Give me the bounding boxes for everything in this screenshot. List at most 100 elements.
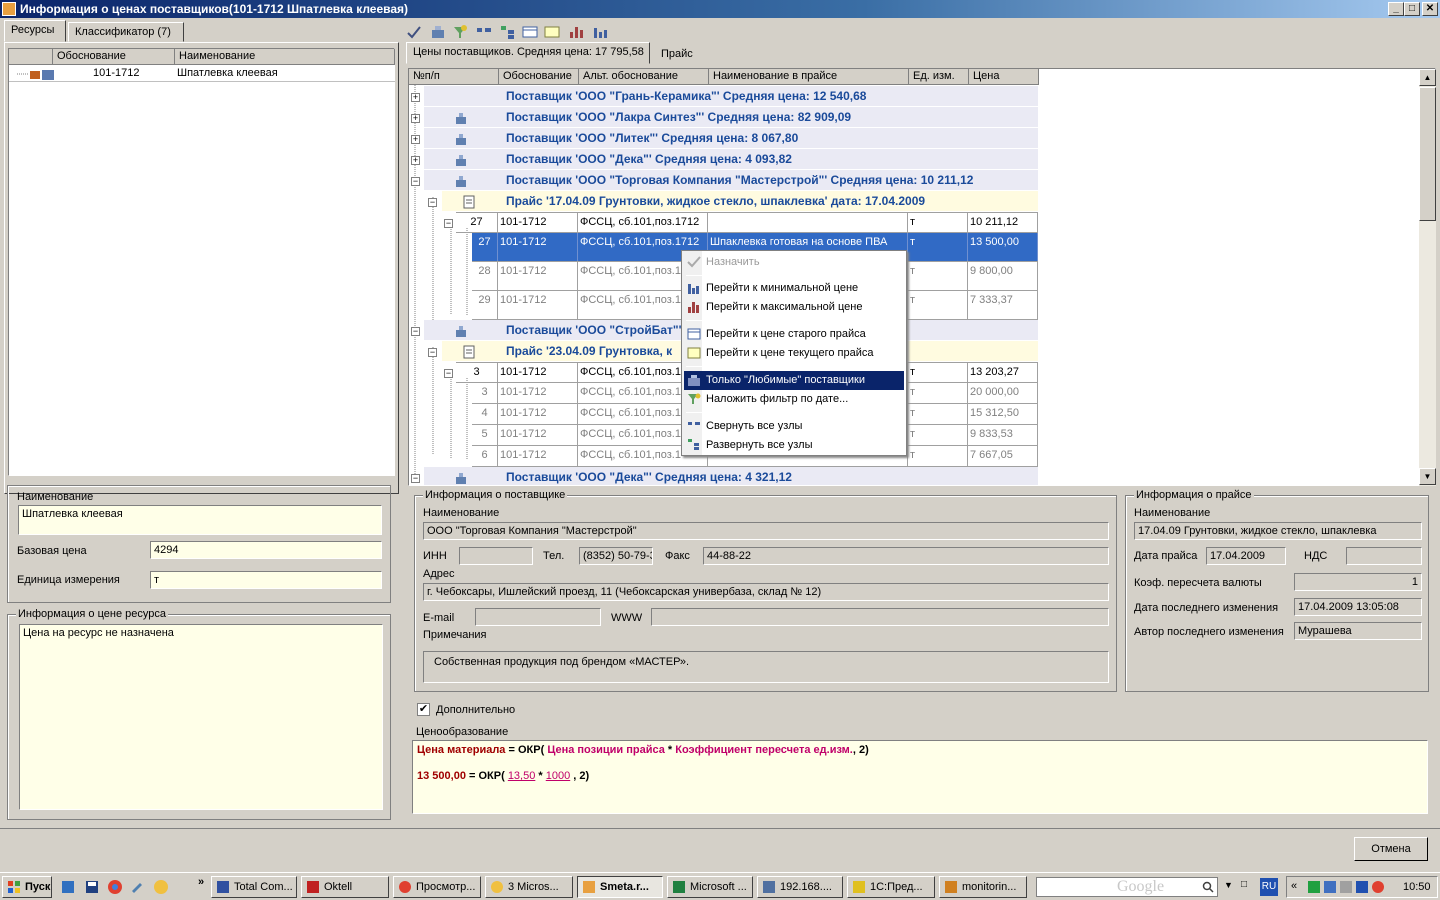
supplier-row[interactable]: Поставщик 'ООО "Лакра Синтез"' Средняя ц… bbox=[424, 107, 1038, 127]
filter-icon[interactable] bbox=[452, 24, 468, 40]
supplier-icon[interactable] bbox=[430, 24, 446, 40]
fax-field[interactable]: 44-88-22 bbox=[703, 547, 1109, 565]
tab-resources[interactable]: Ресурсы bbox=[4, 20, 66, 42]
tab-price[interactable]: Прайс bbox=[654, 44, 702, 64]
tray-keyboard-icon[interactable] bbox=[1355, 880, 1369, 894]
additional-checkbox[interactable]: ✔ bbox=[417, 703, 430, 716]
menu-item-date-filter[interactable]: Наложить фильтр по дате... bbox=[684, 390, 904, 409]
tool-icon[interactable] bbox=[130, 879, 146, 895]
quicklaunch-chevron[interactable]: » bbox=[198, 876, 204, 888]
collapse-icon[interactable]: − bbox=[411, 327, 420, 336]
menu-item-collapse-all[interactable]: Свернуть все узлы bbox=[684, 417, 904, 436]
supplier-row[interactable]: Поставщик 'ООО "Дека"' Средняя цена: 4 0… bbox=[424, 149, 1038, 169]
window-icon[interactable]: □ bbox=[1241, 879, 1247, 890]
table-row[interactable]: 27 101-1712 ФССЦ, сб.101,поз.1712 т 10 2… bbox=[456, 212, 1038, 233]
search-icon[interactable] bbox=[1202, 881, 1214, 893]
www-field[interactable] bbox=[651, 608, 1109, 626]
task-remote[interactable]: 192.168.... bbox=[757, 876, 843, 898]
collapse-icon[interactable]: − bbox=[411, 177, 420, 186]
collapse-icon[interactable]: − bbox=[428, 348, 437, 357]
minimize-button[interactable]: _ bbox=[1388, 2, 1404, 16]
menu-item-favorites[interactable]: Только "Любимые" поставщики bbox=[684, 371, 904, 390]
quicklaunch-icon[interactable] bbox=[60, 879, 76, 895]
tab-supplier-prices[interactable]: Цены поставщиков. Средняя цена: 17 795,5… bbox=[406, 42, 650, 64]
min-price-icon[interactable] bbox=[592, 24, 608, 40]
price-position-link[interactable]: 13,50 bbox=[508, 770, 536, 782]
collapse-icon[interactable]: − bbox=[428, 198, 437, 207]
cancel-button[interactable]: Отмена bbox=[1354, 837, 1428, 861]
col-basis[interactable]: Обоснование bbox=[53, 49, 175, 65]
scroll-up-icon[interactable]: ▲ bbox=[1419, 69, 1436, 86]
expand-icon[interactable]: + bbox=[411, 114, 420, 123]
menu-item-assign[interactable]: Назначить bbox=[684, 253, 904, 272]
col-num[interactable]: №п/п bbox=[409, 69, 499, 85]
author-field[interactable]: Мурашева bbox=[1294, 622, 1422, 640]
last-modified-field[interactable]: 17.04.2009 13:05:08 bbox=[1294, 598, 1422, 616]
inn-field[interactable] bbox=[459, 547, 533, 565]
col-price-name[interactable]: Наименование в прайсе bbox=[709, 69, 909, 85]
task-browser[interactable]: Просмотр... bbox=[393, 876, 481, 898]
supplier-row[interactable]: Поставщик 'ООО "Литек"' Средняя цена: 8 … bbox=[424, 128, 1038, 148]
tray-expand-icon[interactable]: « bbox=[1291, 880, 1297, 892]
expand-icon[interactable]: + bbox=[411, 93, 420, 102]
col-unit[interactable]: Ед. изм. bbox=[909, 69, 969, 85]
maximize-button[interactable]: □ bbox=[1404, 2, 1420, 16]
resource-price-text[interactable]: Цена на ресурс не назначена bbox=[19, 624, 383, 810]
task-1c[interactable]: 1С:Пред... bbox=[847, 876, 935, 898]
check-icon[interactable] bbox=[406, 24, 422, 40]
currency-rate-field[interactable]: 1 bbox=[1294, 573, 1422, 591]
tray-na-icon[interactable] bbox=[1339, 880, 1353, 894]
menu-item-max-price[interactable]: Перейти к максимальной цене bbox=[684, 298, 904, 317]
address-field[interactable]: г. Чебоксары, Ишлейский проезд, 11 (Чебо… bbox=[423, 583, 1109, 601]
col-basis[interactable]: Обоснование bbox=[499, 69, 579, 85]
base-price-field[interactable]: 4294 bbox=[150, 541, 382, 559]
vat-field[interactable] bbox=[1346, 547, 1422, 565]
resource-row[interactable]: 101-1712 Шпатлевка клеевая bbox=[9, 66, 395, 82]
notes-field[interactable]: Собственная продукция под брендом «МАСТЕ… bbox=[423, 651, 1109, 683]
supplier-row[interactable]: Поставщик 'ООО "Дека"' Средняя цена: 4 3… bbox=[424, 467, 1038, 485]
expand-icon[interactable]: + bbox=[411, 156, 420, 165]
collapse-icon[interactable]: − bbox=[444, 219, 453, 228]
menu-item-old-price[interactable]: Перейти к цене старого прайса bbox=[684, 325, 904, 344]
supplier-row[interactable]: Поставщик 'ООО "Грань-Керамика"' Средняя… bbox=[424, 86, 1038, 106]
price-list-row[interactable]: Прайс '17.04.09 Грунтовки, жидкое стекло… bbox=[442, 191, 1038, 211]
tray-chrome-icon[interactable] bbox=[1371, 880, 1385, 894]
title-bar[interactable]: Информация о ценах поставщиков(101-1712 … bbox=[0, 0, 1440, 18]
start-button[interactable]: Пуск bbox=[2, 876, 52, 898]
phone-field[interactable]: (8352) 50-79-3 bbox=[579, 547, 653, 565]
menu-item-current-price[interactable]: Перейти к цене текущего прайса bbox=[684, 344, 904, 363]
unit-coef-link[interactable]: 1000 bbox=[546, 770, 570, 782]
tab-classifier[interactable]: Классификатор (7) bbox=[68, 22, 184, 42]
tray-network-icon[interactable] bbox=[1307, 880, 1321, 894]
unit-field[interactable]: т bbox=[150, 571, 382, 589]
price-date-field[interactable]: 17.04.2009 bbox=[1206, 547, 1286, 565]
collapse-nodes-icon[interactable] bbox=[476, 24, 492, 40]
col-alt-basis[interactable]: Альт. обоснование bbox=[579, 69, 709, 85]
menu-item-min-price[interactable]: Перейти к минимальной цене bbox=[684, 279, 904, 298]
pricing-formula[interactable]: Цена материала = ОКР( Цена позиции прайс… bbox=[412, 740, 1428, 814]
task-oktell[interactable]: Oktell bbox=[301, 876, 389, 898]
resource-name-field[interactable]: Шпатлевка клеевая bbox=[18, 505, 382, 535]
current-price-icon[interactable] bbox=[544, 24, 560, 40]
menu-item-expand-all[interactable]: Развернуть все узлы bbox=[684, 436, 904, 455]
email-field[interactable] bbox=[475, 608, 601, 626]
scroll-down-icon[interactable]: ▼ bbox=[1419, 468, 1436, 485]
old-price-icon[interactable] bbox=[522, 24, 538, 40]
expand-icon[interactable]: + bbox=[411, 135, 420, 144]
close-button[interactable]: ✕ bbox=[1422, 2, 1438, 16]
task-monitoring[interactable]: monitorin... bbox=[939, 876, 1027, 898]
save-icon[interactable] bbox=[84, 879, 100, 895]
col-price[interactable]: Цена bbox=[969, 69, 1039, 85]
search-input[interactable]: Google bbox=[1036, 877, 1218, 897]
task-microsoft-group[interactable]: 3 Micros... bbox=[485, 876, 573, 898]
max-price-icon[interactable] bbox=[568, 24, 584, 40]
col-name[interactable]: Наименование bbox=[175, 49, 395, 65]
price-name-field[interactable]: 17.04.09 Грунтовки, жидкое стекло, шпакл… bbox=[1134, 522, 1422, 540]
grid-scrollbar[interactable]: ▲ ▼ bbox=[1419, 69, 1436, 486]
smile-icon[interactable] bbox=[153, 879, 169, 895]
tray-users-icon[interactable] bbox=[1323, 880, 1337, 894]
scroll-thumb[interactable] bbox=[1419, 87, 1436, 221]
language-indicator[interactable]: RU bbox=[1260, 878, 1278, 896]
task-smeta[interactable]: Smeta.r... bbox=[577, 876, 663, 898]
collapse-icon[interactable]: − bbox=[444, 369, 453, 378]
